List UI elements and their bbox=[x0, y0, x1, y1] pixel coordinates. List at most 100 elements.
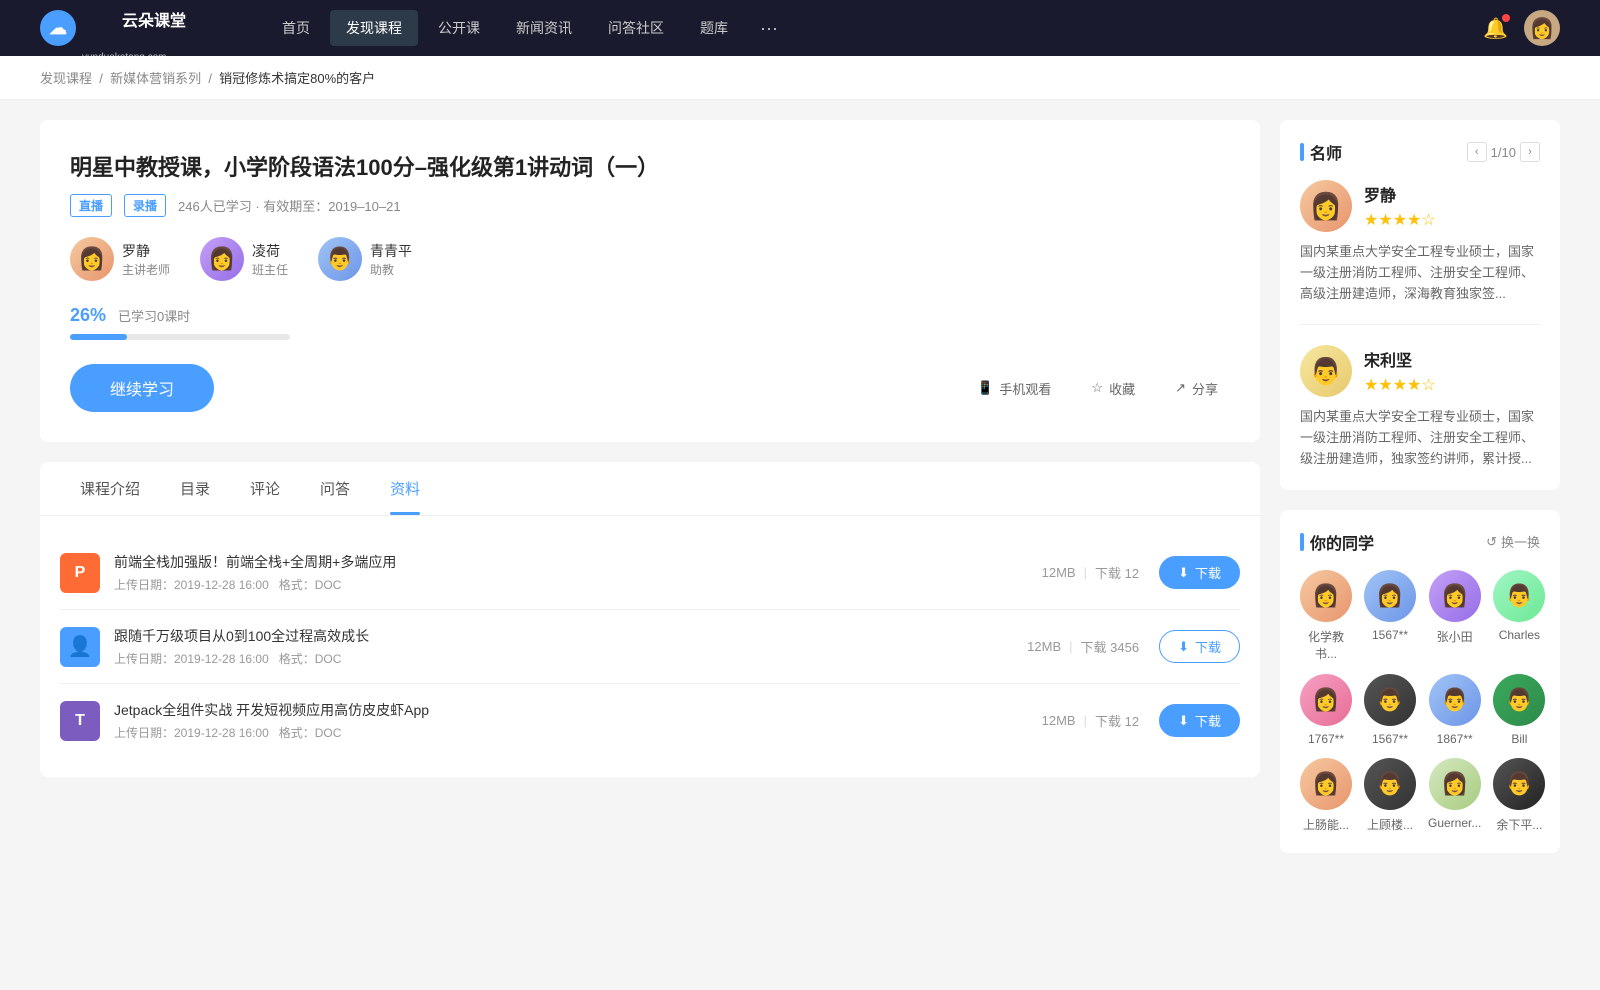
teacher-2-role: 班主任 bbox=[252, 261, 288, 278]
star-icon: ☆ bbox=[1091, 380, 1103, 396]
share-button[interactable]: ↗ 分享 bbox=[1163, 373, 1230, 404]
sidebar-teacher-2-name: 宋利坚 bbox=[1364, 347, 1436, 371]
resource-stats-3: 12MB | 下载 12 bbox=[1042, 711, 1139, 730]
sidebar-teacher-2-stars: ★★★★☆ bbox=[1364, 375, 1436, 395]
bell-icon[interactable]: 🔔 bbox=[1483, 16, 1508, 41]
nav-home[interactable]: 首页 bbox=[266, 10, 326, 46]
resource-icon-1: P bbox=[60, 553, 100, 593]
prev-page-button[interactable]: ‹ bbox=[1467, 142, 1487, 162]
student-7-name: 1867** bbox=[1437, 732, 1473, 746]
page-info: 1/10 bbox=[1491, 145, 1516, 160]
resource-item-2: 👤 跟随千万级项目从0到100全过程高效成长 上传日期：2019-12-28 1… bbox=[60, 610, 1240, 684]
nav-news[interactable]: 新闻资讯 bbox=[500, 10, 588, 46]
student-10: 👨 上顾楼... bbox=[1364, 758, 1416, 833]
breadcrumb: 发现课程 / 新媒体营销系列 / 销冠修炼术搞定80%的客户 bbox=[0, 56, 1600, 100]
student-11-avatar: 👩 bbox=[1429, 758, 1481, 810]
course-card: 明星中教授课，小学阶段语法100分–强化级第1讲动词（一） 直播 录播 246人… bbox=[40, 120, 1260, 442]
tab-qa[interactable]: 问答 bbox=[300, 462, 370, 515]
student-5-name: 1767** bbox=[1308, 732, 1344, 746]
logo[interactable]: ☁ 云朵课堂 yunduoketang.com bbox=[40, 0, 226, 64]
teachers-sidebar-title: 名师 ‹ 1/10 › bbox=[1300, 140, 1540, 164]
student-10-name: 上顾楼... bbox=[1367, 816, 1413, 833]
teacher-2-avatar: 👩 bbox=[200, 237, 244, 281]
refresh-button[interactable]: ↺ 换一换 bbox=[1486, 532, 1540, 551]
student-6-avatar: 👨 bbox=[1364, 674, 1416, 726]
tabs-card: 课程介绍 目录 评论 问答 资料 P 前端全栈加强版！前端全栈+全周期+多端应用… bbox=[40, 462, 1260, 777]
resource-meta-1: 上传日期：2019-12-28 16:00 格式：DOC bbox=[114, 576, 1022, 593]
students-grid: 👩 化学教书... 👩 1567** 👩 张小田 👨 Charles 👩 bbox=[1300, 570, 1540, 833]
resource-info-1: 前端全栈加强版！前端全栈+全周期+多端应用 上传日期：2019-12-28 16… bbox=[114, 552, 1022, 593]
student-5: 👩 1767** bbox=[1300, 674, 1352, 746]
teacher-3-info: 青青平 助教 bbox=[370, 241, 412, 278]
student-2-name: 1567** bbox=[1372, 628, 1408, 642]
continue-learning-button[interactable]: 继续学习 bbox=[70, 364, 214, 412]
teachers-sidebar-card: 名师 ‹ 1/10 › 👩 罗静 ★★★★☆ bbox=[1280, 120, 1560, 490]
teacher-2-info: 凌荷 班主任 bbox=[252, 241, 288, 278]
header: ☁ 云朵课堂 yunduoketang.com 首页 发现课程 公开课 新闻资讯… bbox=[0, 0, 1600, 56]
user-avatar[interactable]: 👩 bbox=[1524, 10, 1560, 46]
sidebar-teacher-1-stars: ★★★★☆ bbox=[1364, 210, 1436, 230]
download-icon-2: ⬇ bbox=[1178, 639, 1189, 655]
teacher-2: 👩 凌荷 班主任 bbox=[200, 237, 288, 281]
sidebar: 名师 ‹ 1/10 › 👩 罗静 ★★★★☆ bbox=[1280, 120, 1560, 873]
progress-bar bbox=[70, 334, 290, 340]
progress-section: 26% 已学习0课时 bbox=[70, 305, 1230, 340]
resource-name-2: 跟随千万级项目从0到100全过程高效成长 bbox=[114, 626, 1007, 646]
resource-stats-1: 12MB | 下载 12 bbox=[1042, 563, 1139, 582]
sidebar-teacher-2-detail: 宋利坚 ★★★★☆ bbox=[1364, 347, 1436, 395]
mobile-watch-button[interactable]: 📱 手机观看 bbox=[965, 373, 1063, 404]
course-meta-text: 246人已学习 · 有效期至：2019–10–21 bbox=[178, 196, 401, 215]
logo-icon: ☁ bbox=[40, 10, 76, 46]
nav-qa[interactable]: 问答社区 bbox=[592, 10, 680, 46]
teacher-3-avatar: 👨 bbox=[318, 237, 362, 281]
student-9: 👩 上肠能... bbox=[1300, 758, 1352, 833]
resource-meta-3: 上传日期：2019-12-28 16:00 格式：DOC bbox=[114, 724, 1022, 741]
resource-info-2: 跟随千万级项目从0到100全过程高效成长 上传日期：2019-12-28 16:… bbox=[114, 626, 1007, 667]
progress-percent: 26% bbox=[70, 305, 106, 326]
breadcrumb-discover[interactable]: 发现课程 bbox=[40, 71, 92, 86]
course-title: 明星中教授课，小学阶段语法100分–强化级第1讲动词（一） bbox=[70, 150, 1230, 182]
course-meta: 直播 录播 246人已学习 · 有效期至：2019–10–21 bbox=[70, 194, 1230, 217]
tab-resources[interactable]: 资料 bbox=[370, 462, 440, 515]
tabs-content: P 前端全栈加强版！前端全栈+全周期+多端应用 上传日期：2019-12-28 … bbox=[40, 516, 1260, 777]
next-page-button[interactable]: › bbox=[1520, 142, 1540, 162]
student-3-avatar: 👩 bbox=[1429, 570, 1481, 622]
student-12-avatar: 👨 bbox=[1493, 758, 1545, 810]
student-9-name: 上肠能... bbox=[1303, 816, 1349, 833]
tab-review[interactable]: 评论 bbox=[230, 462, 300, 515]
download-button-1[interactable]: ⬇ 下载 bbox=[1159, 556, 1240, 589]
download-button-3[interactable]: ⬇ 下载 bbox=[1159, 704, 1240, 737]
tab-intro[interactable]: 课程介绍 bbox=[60, 462, 160, 515]
sidebar-teacher-1-avatar: 👩 bbox=[1300, 180, 1352, 232]
badge-live: 直播 bbox=[70, 194, 112, 217]
student-12: 👨 余下平... bbox=[1493, 758, 1545, 833]
student-8: 👨 Bill bbox=[1493, 674, 1545, 746]
sidebar-teacher-2-avatar: 👨 bbox=[1300, 345, 1352, 397]
resource-icon-2: 👤 bbox=[60, 627, 100, 667]
download-button-2[interactable]: ⬇ 下载 bbox=[1159, 630, 1240, 663]
student-2-avatar: 👩 bbox=[1364, 570, 1416, 622]
breadcrumb-series[interactable]: 新媒体营销系列 bbox=[110, 71, 201, 86]
progress-header: 26% 已学习0课时 bbox=[70, 305, 1230, 326]
nav-courses[interactable]: 发现课程 bbox=[330, 10, 418, 46]
refresh-section: ↺ 换一换 bbox=[1486, 532, 1540, 551]
teacher-3-name: 青青平 bbox=[370, 241, 412, 261]
student-10-avatar: 👨 bbox=[1364, 758, 1416, 810]
main-container: 明星中教授课，小学阶段语法100分–强化级第1讲动词（一） 直播 录播 246人… bbox=[0, 100, 1600, 893]
student-11-name: Guerner... bbox=[1428, 816, 1481, 830]
share-icon: ↗ bbox=[1175, 380, 1186, 396]
student-6-name: 1567** bbox=[1372, 732, 1408, 746]
tab-catalog[interactable]: 目录 bbox=[160, 462, 230, 515]
resource-stats-2: 12MB | 下载 3456 bbox=[1027, 637, 1139, 656]
student-5-avatar: 👩 bbox=[1300, 674, 1352, 726]
nav-open[interactable]: 公开课 bbox=[422, 10, 496, 46]
mobile-icon: 📱 bbox=[977, 380, 993, 396]
teachers-list: 👩 罗静 主讲老师 👩 凌荷 班主任 bbox=[70, 237, 1230, 281]
collect-button[interactable]: ☆ 收藏 bbox=[1079, 373, 1147, 404]
tabs-header: 课程介绍 目录 评论 问答 资料 bbox=[40, 462, 1260, 516]
teacher-2-name: 凌荷 bbox=[252, 241, 288, 261]
student-4-avatar: 👨 bbox=[1493, 570, 1545, 622]
nav-more[interactable]: ··· bbox=[748, 10, 790, 47]
student-1: 👩 化学教书... bbox=[1300, 570, 1352, 662]
nav-exam[interactable]: 题库 bbox=[684, 10, 744, 46]
